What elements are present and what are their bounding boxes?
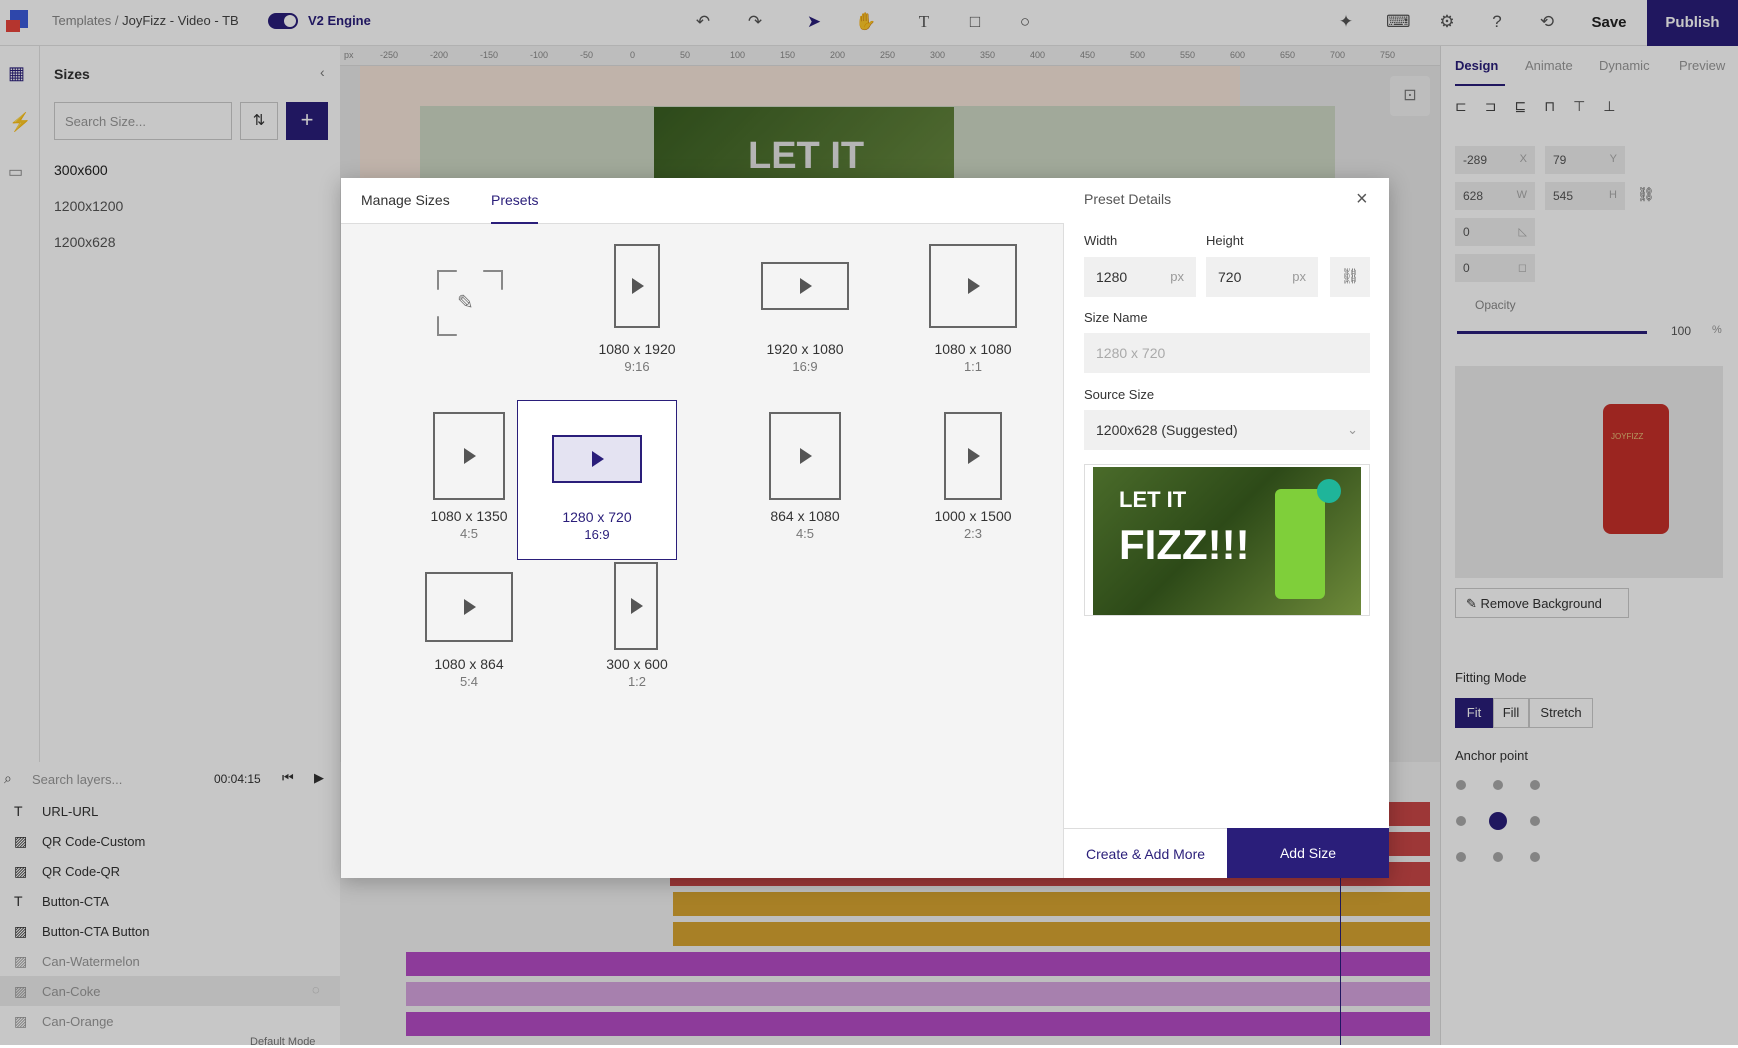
size-name-label: Size Name	[1084, 310, 1148, 325]
create-and-add-more-button[interactable]: Create & Add More	[1064, 828, 1227, 878]
height-label: Height	[1206, 233, 1244, 248]
preset-card[interactable]: 1920 x 1080 16:9	[725, 238, 885, 398]
source-size-label: Source Size	[1084, 387, 1155, 402]
tab-manage-sizes[interactable]: Manage Sizes	[361, 192, 450, 208]
preview-badge	[1317, 479, 1341, 503]
preview-can	[1275, 489, 1325, 599]
wand-icon: ✎	[457, 292, 474, 314]
play-icon	[631, 598, 643, 614]
play-icon	[632, 278, 644, 294]
sizes-modal: Manage Sizes Presets ✎ 1080 x 1920 9:16 …	[341, 178, 1389, 878]
unlink-icon[interactable]: ⛓	[1330, 257, 1370, 297]
play-icon	[800, 448, 812, 464]
preset-card-selected[interactable]: 1280 x 720 16:9	[517, 400, 677, 560]
preset-details-pane: Preset Details × Width 1280 px Height 720…	[1064, 178, 1389, 878]
play-icon	[592, 451, 604, 467]
preview-image: LET IT FIZZ!!!	[1093, 467, 1361, 615]
preset-card[interactable]: 864 x 1080 4:5	[725, 400, 885, 560]
add-size-button[interactable]: Add Size	[1227, 828, 1389, 878]
preset-card[interactable]: 1080 x 864 5:4	[389, 568, 549, 728]
play-icon	[968, 278, 980, 294]
width-label: Width	[1084, 233, 1118, 248]
preset-details-title: Preset Details	[1084, 191, 1172, 207]
custom-size-preset[interactable]: ✎	[389, 238, 549, 398]
close-icon[interactable]: ×	[1356, 188, 1368, 211]
width-field[interactable]: 1280 px	[1084, 257, 1196, 297]
play-icon	[464, 599, 476, 615]
size-preview: LET IT FIZZ!!!	[1084, 464, 1370, 616]
modal-tabs: Manage Sizes Presets	[341, 178, 1064, 224]
height-field[interactable]: 720 px	[1206, 257, 1318, 297]
preset-card[interactable]: 1080 x 1920 9:16	[557, 238, 717, 398]
preset-card[interactable]: 1080 x 1080 1:1	[893, 238, 1053, 398]
preset-card[interactable]: 300 x 600 1:2	[557, 562, 717, 728]
preset-card[interactable]: 1000 x 1500 2:3	[893, 400, 1053, 560]
play-icon	[464, 448, 476, 464]
tab-presets[interactable]: Presets	[491, 192, 539, 224]
chevron-down-icon: ⌄	[1347, 422, 1358, 437]
source-size-select[interactable]: 1200x628 (Suggested) ⌄	[1084, 410, 1370, 450]
play-icon	[800, 278, 812, 294]
play-icon	[968, 448, 980, 464]
presets-pane: Manage Sizes Presets ✎ 1080 x 1920 9:16 …	[341, 178, 1064, 878]
size-name-input[interactable]: 1280 x 720	[1084, 333, 1370, 373]
